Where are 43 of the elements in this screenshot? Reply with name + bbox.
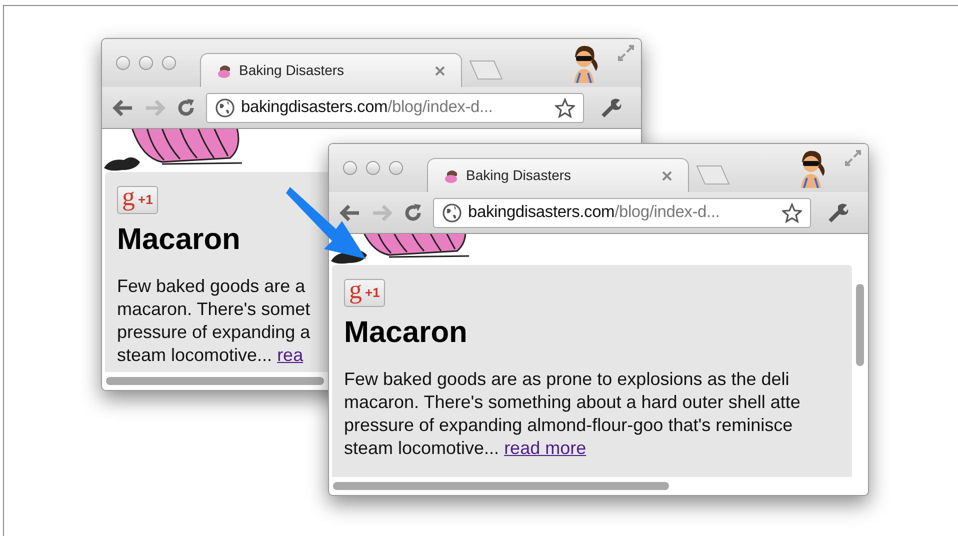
horizontal-scrollbar[interactable]	[333, 482, 669, 490]
read-more-link[interactable]: rea	[277, 345, 304, 365]
new-tab-button[interactable]	[468, 59, 504, 81]
vertical-scrollbar[interactable]	[856, 284, 864, 366]
address-bar[interactable]: bakingdisasters.com/blog/index-d...	[433, 198, 811, 228]
cupcake-icon	[444, 168, 460, 184]
reload-icon[interactable]	[403, 202, 423, 222]
window-control-button[interactable]	[366, 161, 380, 175]
address-bar[interactable]: bakingdisasters.com/blog/index-d...	[206, 92, 584, 122]
window-control-button[interactable]	[162, 56, 176, 70]
wrench-icon[interactable]	[600, 96, 622, 118]
read-more-link[interactable]: read more	[504, 438, 586, 458]
cupcake-icon	[217, 62, 233, 78]
star-icon[interactable]	[782, 202, 802, 222]
window-control-button[interactable]	[343, 161, 357, 175]
plus-one-button[interactable]: g+1	[117, 186, 158, 214]
window-control-button[interactable]	[139, 56, 153, 70]
window-control-button[interactable]	[389, 161, 403, 175]
fullscreen-icon[interactable]	[845, 150, 861, 166]
post-excerpt: Few baked goods are a macaron. There's somet pressure of expanding a steam locomotive... rea	[117, 275, 310, 367]
url-text: bakingdisasters.com/blog/index-d...	[241, 97, 493, 118]
browser-tab[interactable]: Baking Disasters	[200, 53, 462, 87]
plus-one-button[interactable]: g+1	[344, 279, 385, 307]
browser-tab[interactable]: Baking Disasters	[427, 158, 689, 192]
window-control-button[interactable]	[116, 56, 130, 70]
back-icon[interactable]	[112, 98, 134, 116]
url-text: bakingdisasters.com/blog/index-d...	[468, 202, 720, 224]
post-excerpt: Few baked goods are as prone to explosions as the deli macaron. There's something about a hard outer shell atte pressure of expanding almond-flour-goo that's reminisce steam locomotive... read more	[344, 368, 800, 460]
star-icon[interactable]	[555, 98, 575, 118]
post-title: Macaron	[344, 315, 468, 351]
fullscreen-icon[interactable]	[618, 45, 634, 61]
wrench-icon[interactable]	[827, 202, 849, 224]
back-icon[interactable]	[339, 204, 361, 222]
tab-title: Baking Disasters	[239, 61, 344, 80]
close-icon[interactable]	[662, 170, 672, 180]
close-icon[interactable]	[435, 66, 445, 76]
new-tab-button[interactable]	[695, 164, 731, 186]
globe-icon	[442, 202, 462, 222]
post-title: Macaron	[117, 222, 240, 258]
horizontal-scrollbar[interactable]	[106, 377, 324, 385]
tab-title: Baking Disasters	[466, 166, 572, 185]
globe-icon	[215, 98, 235, 118]
reload-icon[interactable]	[176, 98, 196, 118]
